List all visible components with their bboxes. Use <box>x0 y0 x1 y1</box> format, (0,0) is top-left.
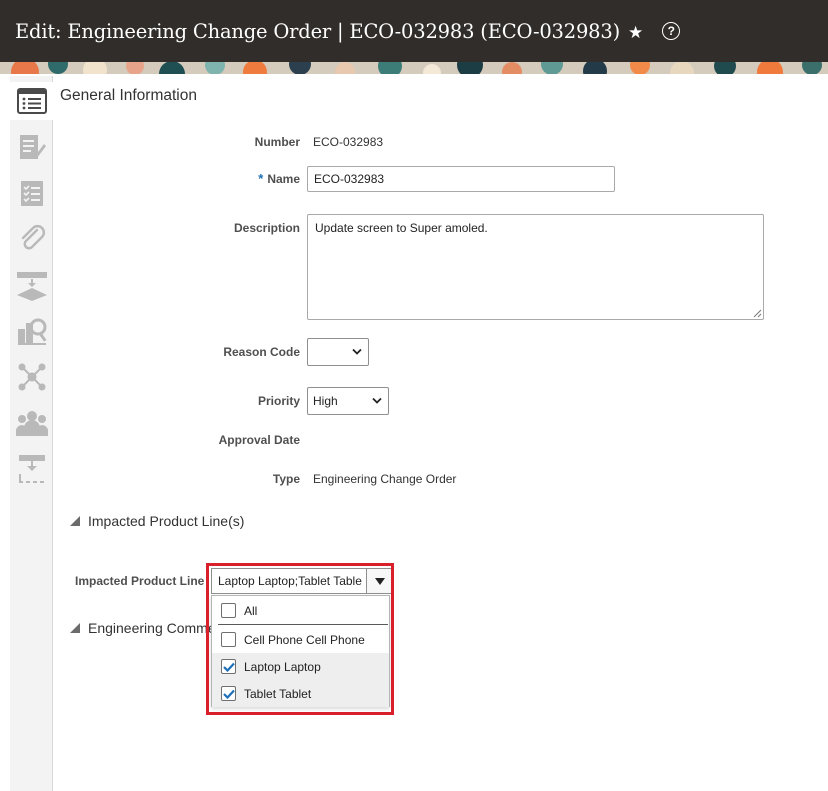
reason-code-label: Reason Code <box>223 345 300 359</box>
search-analysis-icon <box>17 318 47 345</box>
hierarchy-icon <box>18 455 45 483</box>
favorite-star-icon[interactable]: ★ <box>628 23 643 43</box>
left-navigation-rail <box>10 76 54 791</box>
name-label: * Name <box>258 171 300 186</box>
collapse-triangle-icon <box>70 516 80 526</box>
workflow-icon <box>16 272 47 301</box>
engineering-comments-title: Engineering Comme <box>88 620 216 636</box>
description-label: Description <box>233 221 300 235</box>
name-label-text: Name <box>267 172 300 186</box>
collapse-triangle-icon <box>70 623 80 633</box>
attachment-icon <box>21 225 45 250</box>
rail-item-attachments[interactable] <box>10 220 53 258</box>
checklist-icon <box>20 181 43 206</box>
number-value: ECO-032983 <box>313 135 384 149</box>
impacted-product-lines-header[interactable]: Impacted Product Line(s) <box>70 513 244 529</box>
required-marker: * <box>258 171 264 186</box>
priority-value: High <box>313 394 338 408</box>
number-label: Number <box>254 135 300 149</box>
general-information-icon <box>16 88 47 114</box>
annotation-highlight-box <box>206 563 394 715</box>
description-textarea[interactable]: Update screen to Super amoled. <box>307 214 764 320</box>
engineering-comments-header[interactable]: Engineering Comme <box>70 620 216 636</box>
page-header: Edit: Engineering Change Order | ECO-032… <box>0 0 828 62</box>
resize-grip-icon[interactable] <box>753 309 762 318</box>
rail-item-people[interactable] <box>10 404 53 442</box>
rail-item-general-information[interactable] <box>10 82 54 120</box>
priority-select[interactable]: High <box>307 387 389 415</box>
decorative-banner <box>0 62 828 74</box>
chevron-down-icon <box>372 397 382 404</box>
impacted-product-line-label: Impacted Product Line <box>75 574 205 588</box>
impacted-product-lines-title: Impacted Product Line(s) <box>88 513 245 529</box>
edit-document-icon <box>19 135 46 159</box>
type-label: Type <box>272 472 300 486</box>
rail-item-checklist[interactable] <box>10 174 53 212</box>
rail-item-search-analysis[interactable] <box>10 312 53 350</box>
chevron-down-icon <box>352 348 362 355</box>
section-title: General Information <box>60 87 197 104</box>
approval-date-label: Approval Date <box>218 433 300 447</box>
help-icon[interactable]: ? <box>662 22 681 40</box>
type-value: Engineering Change Order <box>313 472 457 486</box>
name-input[interactable] <box>307 166 615 192</box>
network-icon <box>18 363 45 391</box>
rail-item-network[interactable] <box>10 358 53 396</box>
page-title: Edit: Engineering Change Order | ECO-032… <box>15 19 620 43</box>
reason-code-select[interactable] <box>307 338 369 366</box>
rail-item-hierarchy[interactable] <box>10 450 53 488</box>
priority-label: Priority <box>257 394 300 408</box>
rail-item-workflow[interactable] <box>10 266 53 304</box>
rail-item-edit-document[interactable] <box>10 128 53 166</box>
people-icon <box>15 411 48 436</box>
